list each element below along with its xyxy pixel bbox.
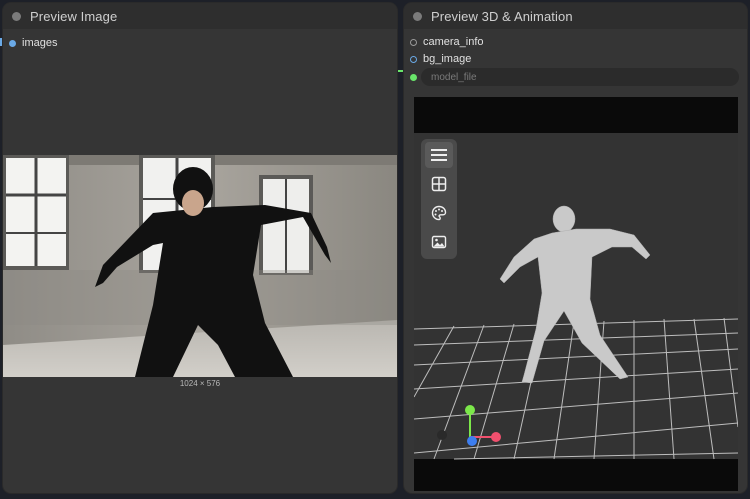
menu-button[interactable] xyxy=(425,142,453,168)
input-slot-images[interactable]: images xyxy=(9,37,57,49)
slot-dot-icon[interactable] xyxy=(410,55,417,63)
image-dimensions: 1024 × 576 xyxy=(179,379,221,388)
3d-scene xyxy=(414,133,738,460)
node-collapse-dot[interactable] xyxy=(413,11,422,21)
background-image-button[interactable] xyxy=(425,229,453,255)
slot-label: camera_info xyxy=(423,36,484,48)
input-slot-camera-info[interactable]: camera_info xyxy=(410,36,484,48)
palette-icon xyxy=(431,205,447,221)
preview-3d-node[interactable]: Preview 3D & Animation camera_info bg_im… xyxy=(404,3,747,493)
preview-image-node[interactable]: Preview Image images 1024 × 576 xyxy=(3,3,397,493)
slot-dot-icon[interactable] xyxy=(410,38,417,46)
slot-dot-icon[interactable] xyxy=(9,39,16,47)
model-file-input[interactable]: model_file xyxy=(421,68,739,86)
node-header[interactable]: Preview 3D & Animation xyxy=(404,3,747,29)
3d-viewport[interactable] xyxy=(414,97,738,491)
slot-label: bg_image xyxy=(423,53,472,65)
slot-label: images xyxy=(22,37,58,49)
node-title: Preview Image xyxy=(30,8,118,24)
node-header[interactable]: Preview Image xyxy=(3,3,397,29)
preview-image[interactable] xyxy=(3,155,397,377)
viewport-toolbar xyxy=(421,139,457,259)
input-slot-bg-image[interactable]: bg_image xyxy=(410,53,471,65)
node-title: Preview 3D & Animation xyxy=(431,8,573,24)
menu-icon xyxy=(431,149,447,161)
node-collapse-dot[interactable] xyxy=(12,11,21,21)
image-icon xyxy=(431,235,447,249)
layout-button[interactable] xyxy=(425,171,453,197)
grid-layout-icon xyxy=(431,176,447,192)
slot-dot-icon[interactable] xyxy=(410,74,417,81)
material-button[interactable] xyxy=(425,200,453,226)
dancer-photo xyxy=(3,155,397,377)
model-file-placeholder: model_file xyxy=(431,71,477,83)
